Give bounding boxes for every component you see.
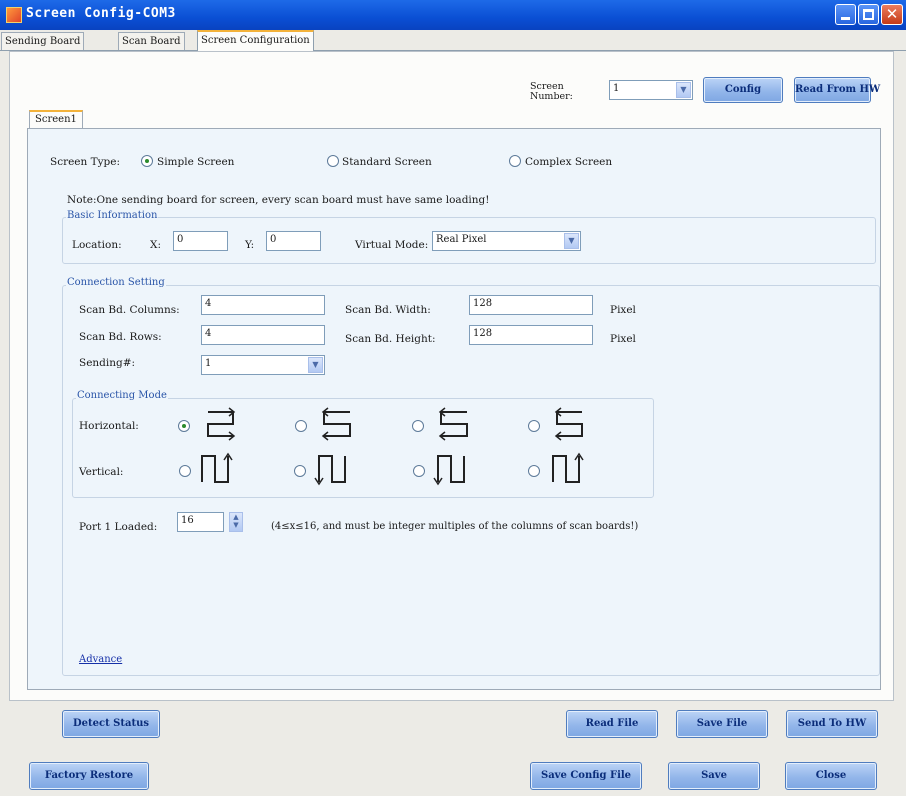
sending-label: Sending#: xyxy=(79,357,136,369)
standard-screen-label: Standard Screen xyxy=(342,156,432,168)
title-bar: Screen Config-COM3 ✕ xyxy=(0,0,906,30)
height-label: Scan Bd. Height: xyxy=(345,333,436,345)
app-icon xyxy=(6,7,22,23)
screen-number-label: Screen Number: xyxy=(530,81,573,102)
rows-label: Scan Bd. Rows: xyxy=(79,331,162,343)
simple-screen-radio[interactable] xyxy=(141,155,153,167)
width-input[interactable]: 128 xyxy=(469,295,593,315)
read-from-hw-button[interactable]: Read From HW xyxy=(794,77,880,103)
vertical-mode-1-radio[interactable] xyxy=(179,465,191,477)
minimize-icon xyxy=(841,17,850,20)
sending-select[interactable]: 1 ▼ xyxy=(201,355,325,375)
complex-screen-label: Complex Screen xyxy=(525,156,613,168)
x-label: X: xyxy=(150,239,162,251)
virtual-mode-select[interactable]: Real Pixel ▼ xyxy=(432,231,581,251)
note-text: Note:One sending board for screen, every… xyxy=(67,194,490,206)
chevron-down-icon: ▼ xyxy=(676,82,691,98)
horizontal-mode-3-radio[interactable] xyxy=(412,420,424,432)
horizontal-mode-2-icon xyxy=(321,407,351,441)
close-button[interactable]: Close xyxy=(785,762,877,790)
horizontal-mode-4-radio[interactable] xyxy=(528,420,540,432)
save-file-button[interactable]: Save File xyxy=(676,710,768,738)
horizontal-mode-4-icon xyxy=(554,407,583,441)
config-button[interactable]: Config xyxy=(703,77,783,103)
simple-screen-label: Simple Screen xyxy=(157,156,235,168)
y-label: Y: xyxy=(245,239,255,251)
vertical-mode-4-radio[interactable] xyxy=(528,465,540,477)
horizontal-mode-1-icon xyxy=(207,407,236,441)
close-icon: ✕ xyxy=(885,5,899,23)
screen-number-select[interactable]: 1 ▼ xyxy=(609,80,693,100)
horizontal-label: Horizontal: xyxy=(79,420,139,432)
chevron-down-icon: ▼ xyxy=(564,233,579,249)
vertical-mode-2-radio[interactable] xyxy=(294,465,306,477)
height-input[interactable]: 128 xyxy=(469,325,593,345)
tab-scan-board[interactable]: Scan Board xyxy=(118,32,185,50)
close-window-button[interactable]: ✕ xyxy=(881,4,903,25)
maximize-button[interactable] xyxy=(858,4,879,25)
maximize-icon xyxy=(863,9,874,20)
vertical-mode-2-icon xyxy=(314,455,346,486)
save-config-file-button[interactable]: Save Config File xyxy=(530,762,642,790)
advance-link[interactable]: Advance xyxy=(79,654,122,665)
window-title: Screen Config-COM3 xyxy=(26,6,176,21)
virtual-mode-label: Virtual Mode: xyxy=(355,239,429,251)
rows-input[interactable]: 4 xyxy=(201,325,325,345)
vertical-mode-4-icon xyxy=(552,452,584,483)
height-unit: Pixel xyxy=(610,333,636,345)
width-unit: Pixel xyxy=(610,304,636,316)
send-to-hw-button[interactable]: Send To HW xyxy=(786,710,878,738)
vertical-mode-3-icon xyxy=(433,455,465,486)
port-loaded-label: Port 1 Loaded: xyxy=(79,521,158,533)
port-loaded-hint: (4≤x≤16, and must be integer multiples o… xyxy=(271,521,639,532)
port-loaded-input[interactable]: 16 xyxy=(177,512,224,532)
connecting-mode-legend: Connecting Mode xyxy=(76,390,168,401)
columns-label: Scan Bd. Columns: xyxy=(79,304,180,316)
connection-setting-legend: Connection Setting xyxy=(66,277,166,288)
tab-screen1[interactable]: Screen1 xyxy=(29,110,83,128)
width-label: Scan Bd. Width: xyxy=(345,304,431,316)
app-window: Screen Config-COM3 ✕ Sending Board Scan … xyxy=(0,0,906,796)
detect-status-button[interactable]: Detect Status xyxy=(62,710,160,738)
port-loaded-spinner[interactable]: ▲ ▼ xyxy=(229,512,243,532)
location-x-input[interactable]: 0 xyxy=(173,231,228,251)
screen-number-value: 1 xyxy=(613,83,620,94)
factory-restore-button[interactable]: Factory Restore xyxy=(29,762,149,790)
minimize-button[interactable] xyxy=(835,4,856,25)
columns-input[interactable]: 4 xyxy=(201,295,325,315)
main-tabs: Sending Board Scan Board Screen Configur… xyxy=(0,30,906,52)
location-label: Location: xyxy=(72,239,122,251)
standard-screen-radio[interactable] xyxy=(327,155,339,167)
read-file-button[interactable]: Read File xyxy=(566,710,658,738)
vertical-mode-3-radio[interactable] xyxy=(413,465,425,477)
horizontal-mode-2-radio[interactable] xyxy=(295,420,307,432)
basic-information-legend: Basic Information xyxy=(66,210,159,221)
save-button[interactable]: Save xyxy=(668,762,760,790)
tab-sending-board[interactable]: Sending Board xyxy=(1,32,85,50)
sending-value: 1 xyxy=(205,358,212,369)
horizontal-mode-1-radio[interactable] xyxy=(178,420,190,432)
chevron-down-icon: ▼ xyxy=(308,357,323,373)
complex-screen-radio[interactable] xyxy=(509,155,521,167)
vertical-label: Vertical: xyxy=(79,466,124,478)
virtual-mode-value: Real Pixel xyxy=(436,234,487,245)
tab-screen-configuration[interactable]: Screen Configuration xyxy=(197,30,314,52)
vertical-mode-1-icon xyxy=(201,452,233,483)
horizontal-mode-3-icon xyxy=(438,407,468,441)
screen-type-label: Screen Type: xyxy=(50,156,121,168)
location-y-input[interactable]: 0 xyxy=(266,231,321,251)
